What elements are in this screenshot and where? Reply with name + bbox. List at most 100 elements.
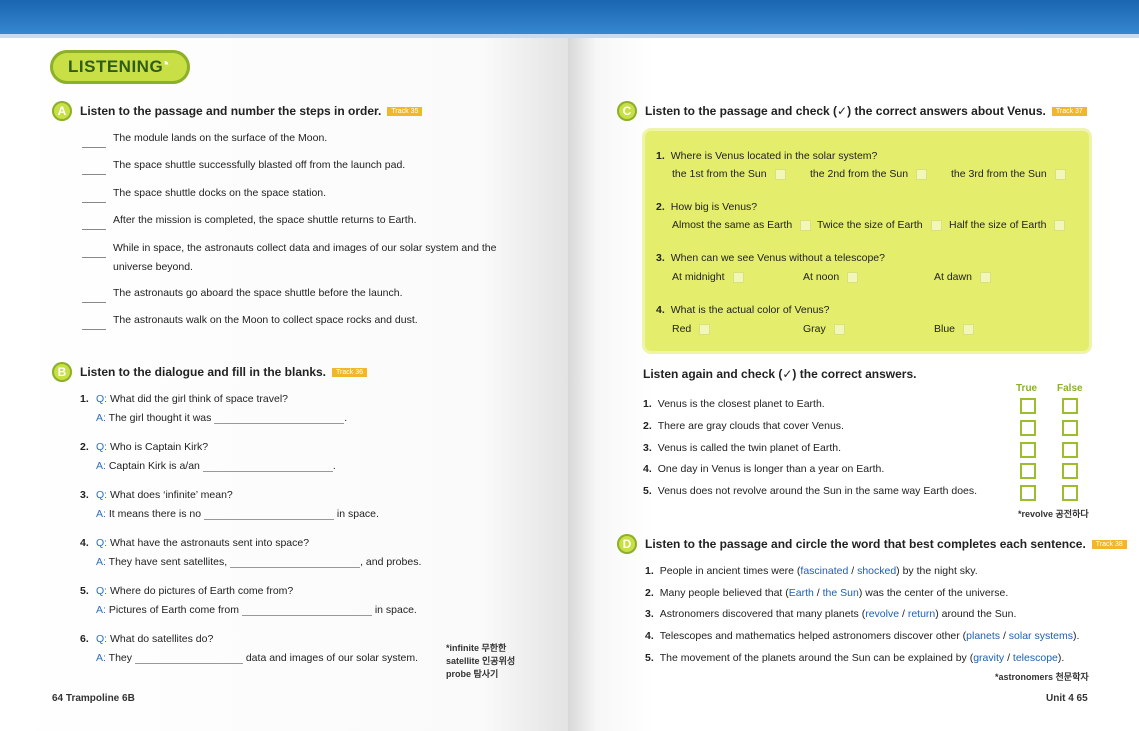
ear-icon: ◔ [160,56,171,73]
step-blank[interactable] [82,135,106,148]
step-item[interactable]: After the mission is completed, the spac… [82,211,416,230]
venus-option[interactable]: the 3rd from the Sun [951,168,1066,180]
step-item[interactable]: The space shuttle successfully blasted o… [82,156,405,175]
qa-number: 2. [80,441,89,453]
a-label: A: [96,460,106,472]
choice-option[interactable]: gravity [973,652,1004,664]
answer-prefix: The girl thought it was [108,412,212,424]
venus-option[interactable]: At dawn [934,271,991,283]
false-checkbox[interactable] [1062,420,1078,436]
venus-option[interactable]: Almost the same as Earth [672,219,812,231]
false-checkbox[interactable] [1062,442,1078,458]
section-d-track: Track 38 [1091,539,1127,549]
venus-option[interactable]: Gray [803,323,845,335]
checkbox[interactable] [1054,168,1066,180]
section-a-header: A Listen to the passage and number the s… [52,101,423,121]
sentence-number: 2. [645,587,654,599]
step-blank[interactable] [82,317,106,330]
section-c-track: Track 37 [1051,106,1087,116]
sentence-pre: People in ancient times were ( [659,565,801,577]
answer-prefix: They have sent satellites, [108,556,228,568]
step-item[interactable]: The module lands on the surface of the M… [82,129,327,148]
checkbox[interactable] [732,271,744,283]
question-number: 1. [656,150,665,162]
sentence-number: 1. [645,565,654,577]
answer-blank[interactable] [230,556,361,568]
checkbox[interactable] [800,219,812,231]
venus-option[interactable]: Half the size of Earth [949,219,1066,231]
true-checkbox[interactable] [1020,420,1036,436]
venus-option[interactable]: the 1st from the Sun [672,168,786,180]
checkbox[interactable] [1054,219,1066,231]
choice-option[interactable]: fascinated [800,565,848,577]
listening-badge: LISTENING ◔ [50,50,190,84]
choice-option[interactable]: planets [966,630,1000,642]
choice-sep: / [1004,652,1013,664]
false-checkbox[interactable] [1062,485,1078,501]
checkbox[interactable] [699,323,711,335]
choice-option[interactable]: telescope [1013,652,1058,664]
gloss-item: satellite 인공위성 [446,656,516,666]
section-b-title: Listen to the dialogue and fill in the b… [80,365,327,379]
step-blank[interactable] [82,162,106,175]
checkbox[interactable] [833,323,845,335]
venus-option[interactable]: Blue [934,323,975,335]
true-checkbox[interactable] [1020,442,1036,458]
checkbox[interactable] [979,271,991,283]
answer-suffix: . [332,460,336,472]
answer-blank[interactable] [214,412,345,424]
step-blank[interactable] [82,245,106,258]
tf-statement: 5. Venus does not revolve around the Sun … [643,485,977,497]
venus-question: 1. Where is Venus located in the solar sy… [656,150,877,162]
choice-sep: / [899,608,908,620]
option-label: At dawn [934,271,972,283]
statement-text: Venus is the closest planet to Earth. [657,398,825,410]
true-header: True [1016,383,1038,394]
choice-option[interactable]: shocked [857,565,896,577]
step-blank[interactable] [82,190,106,203]
circle-sentence: 1. People in ancient times were (fascinat… [645,565,978,577]
choice-option[interactable]: Earth [789,587,814,599]
answer-blank[interactable] [202,460,333,472]
a-label: A: [96,652,106,664]
venus-option[interactable]: At noon [803,271,859,283]
sentence-number: 5. [645,652,654,664]
true-checkbox[interactable] [1020,463,1036,479]
step-blank[interactable] [82,217,106,230]
venus-option[interactable]: At midnight [672,271,744,283]
false-checkbox[interactable] [1062,463,1078,479]
section-b-track: Track 36 [332,367,368,377]
step-item[interactable]: The astronauts go aboard the space shutt… [82,284,403,303]
venus-question-box [645,131,1089,351]
true-checkbox[interactable] [1020,398,1036,414]
true-checkbox[interactable] [1020,485,1036,501]
checkbox[interactable] [774,168,786,180]
venus-option[interactable]: Red [672,323,711,335]
step-blank[interactable] [82,290,106,303]
venus-option[interactable]: Twice the size of Earth [817,219,942,231]
answer-blank[interactable] [134,652,243,664]
statement-text: There are gray clouds that cover Venus. [657,420,844,432]
step-item[interactable]: The astronauts walk on the Moon to colle… [82,311,418,330]
section-c-letter: C [617,101,637,121]
checkbox[interactable] [916,168,928,180]
circle-sentence: 3. Astronomers discovered that many plane… [645,608,1016,620]
answer-blank[interactable] [241,604,372,616]
checkbox[interactable] [930,219,942,231]
answer-blank[interactable] [203,508,334,520]
checkbox[interactable] [847,271,859,283]
step-item[interactable]: The space shuttle docks on the space sta… [82,184,326,203]
question-text: What have the astronauts sent into space… [110,537,310,549]
venus-question: 3. When can we see Venus without a telesc… [656,252,885,264]
statement-text: Venus does not revolve around the Sun in… [657,485,978,497]
statement-number: 5. [643,485,652,497]
statement-number: 4. [643,463,652,475]
choice-option[interactable]: the Sun [823,587,859,599]
false-checkbox[interactable] [1062,398,1078,414]
choice-option[interactable]: return [908,608,935,620]
choice-option[interactable]: solar systems [1009,630,1073,642]
checkbox[interactable] [963,323,975,335]
choice-option[interactable]: revolve [865,608,899,620]
step-item[interactable]: While in space, the astronauts collect d… [82,239,496,273]
venus-option[interactable]: the 2nd from the Sun [810,168,928,180]
